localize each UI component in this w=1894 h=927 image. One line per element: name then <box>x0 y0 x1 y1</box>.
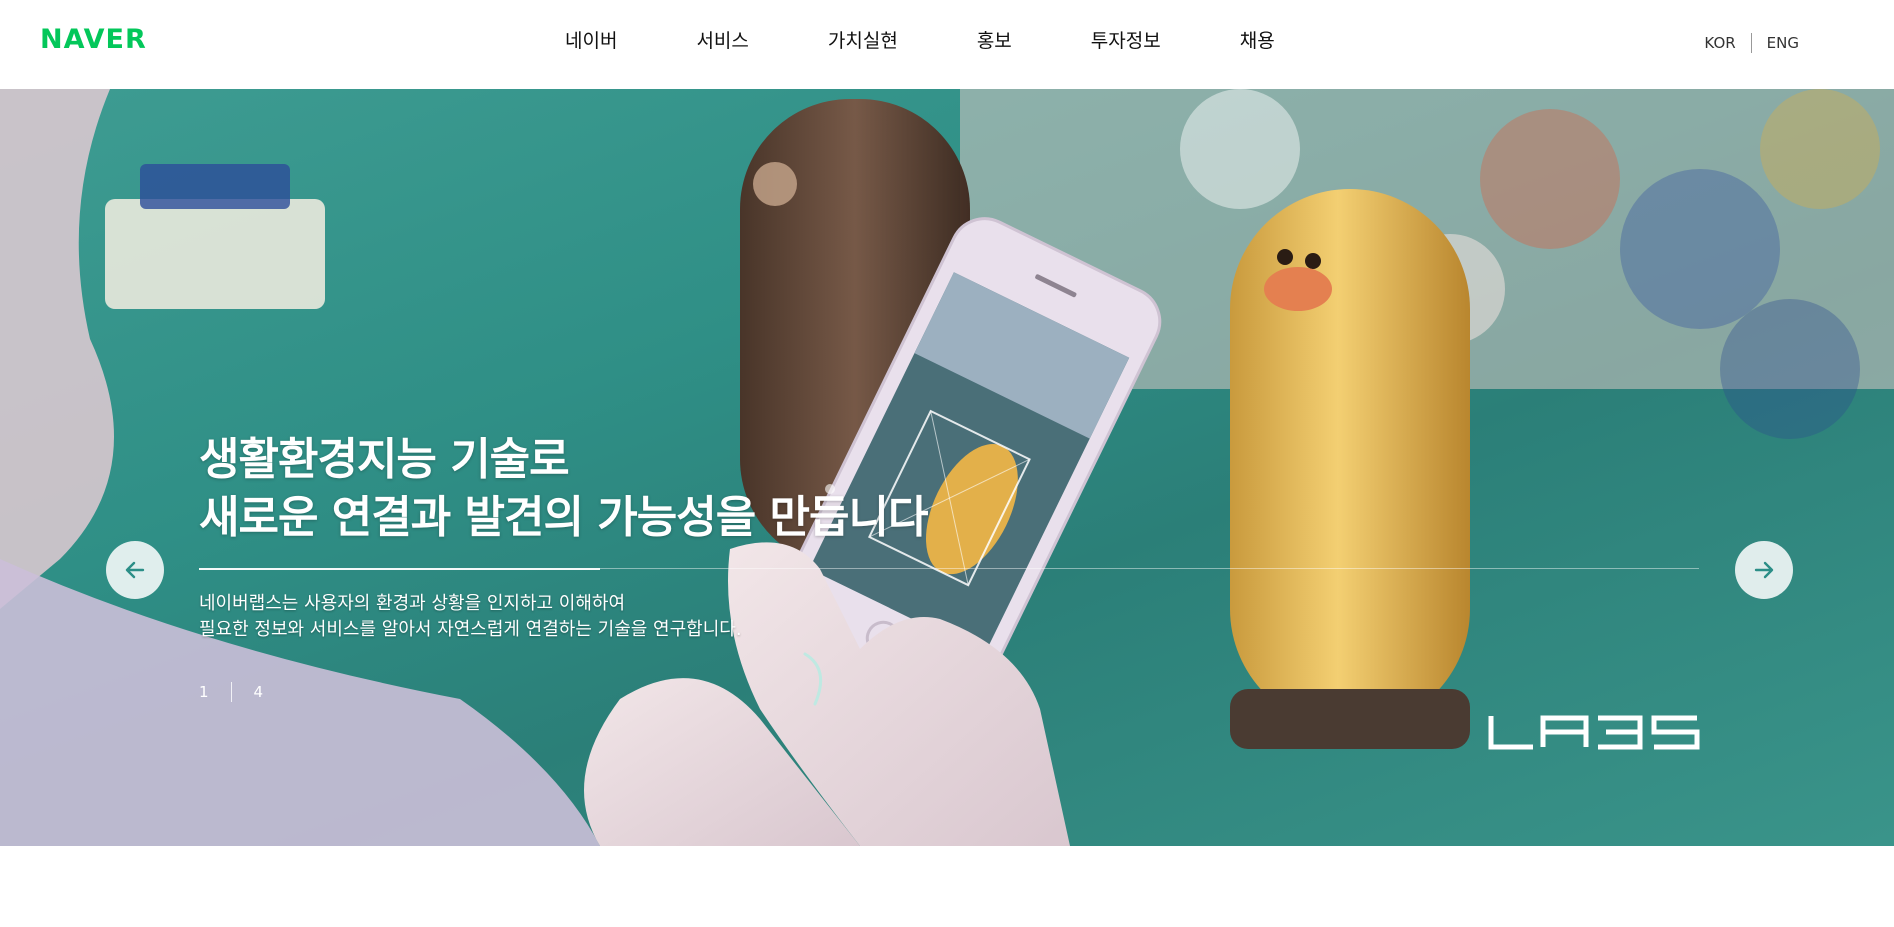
nav-item-service[interactable]: 서비스 <box>696 26 748 53</box>
nav-item-pr[interactable]: 홍보 <box>977 26 1012 53</box>
lang-eng[interactable]: ENG <box>1767 34 1799 52</box>
loading-spinner-icon <box>803 652 823 706</box>
lang-divider <box>1750 33 1752 53</box>
site-header: NAVER 네이버 서비스 가치실현 홍보 투자정보 채용 KOR ENG <box>0 0 1894 89</box>
headline-line-1: 생활환경지능 기술로 <box>199 434 570 485</box>
pager-divider <box>230 682 232 702</box>
pager-total: 4 <box>253 683 264 701</box>
arrow-right-icon <box>1754 561 1774 579</box>
next-slide-button[interactable] <box>1735 541 1793 599</box>
slide-pager: 1 4 <box>199 682 263 702</box>
pager-current: 1 <box>199 683 209 701</box>
desc-line-1: 네이버랩스는 사용자의 환경과 상황을 인지하고 이해하여 <box>199 593 626 614</box>
hero-description: 네이버랩스는 사용자의 환경과 상황을 인지하고 이해하여 필요한 정보와 서비… <box>199 591 742 643</box>
lang-kor[interactable]: KOR <box>1704 34 1735 52</box>
headline-line-2: 새로운 연결과 발견의 가능성을 만듭니다 <box>199 492 928 543</box>
desc-line-2: 필요한 정보와 서비스를 알아서 자연스럽게 연결하는 기술을 연구합니다. <box>199 619 742 640</box>
language-switch: KOR ENG <box>1704 33 1799 53</box>
hero-slider: 생활환경지능 기술로 새로운 연결과 발견의 가능성을 만듭니다 네이버랩스는 … <box>0 89 1894 846</box>
nav-item-naver[interactable]: 네이버 <box>565 26 617 53</box>
prev-slide-button[interactable] <box>106 541 164 599</box>
naver-logo[interactable]: NAVER <box>40 24 147 55</box>
hero-headline: 생활환경지능 기술로 새로운 연결과 발견의 가능성을 만듭니다 <box>199 431 928 547</box>
nav-item-ir[interactable]: 투자정보 <box>1091 26 1161 53</box>
arrow-left-icon <box>125 561 145 579</box>
nav-item-value[interactable]: 가치실현 <box>828 26 898 53</box>
progress-bar-track <box>600 568 1699 569</box>
progress-bar-active <box>199 568 600 570</box>
labs-logo <box>1488 715 1700 750</box>
nav-item-careers[interactable]: 채용 <box>1240 26 1275 53</box>
main-nav: 네이버 서비스 가치실현 홍보 투자정보 채용 <box>565 26 1275 53</box>
